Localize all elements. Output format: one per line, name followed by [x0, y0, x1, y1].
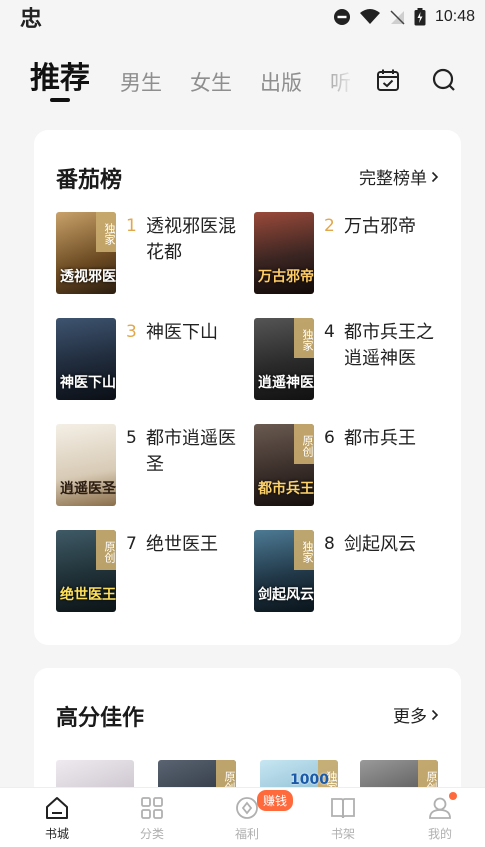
user-icon: [429, 797, 451, 819]
book-cover: 独家 剑起风云: [254, 530, 314, 612]
tab-publish[interactable]: 出版: [260, 56, 302, 110]
book-cover: 万古邪帝: [254, 212, 314, 294]
rank-number: 7: [126, 534, 137, 554]
book-cover: 逍遥医圣: [56, 424, 116, 506]
exclusive-tag: 独家: [294, 318, 314, 358]
cover-title: 神医下山: [60, 375, 116, 391]
earn-money-badge: 赚钱: [257, 790, 294, 811]
status-bar: 忠 10:48: [0, 0, 485, 34]
book-title: 万古邪帝: [344, 216, 416, 237]
nav-label: 书城: [44, 827, 69, 841]
cover-title: 逍遥医圣: [60, 481, 116, 497]
top-tab-bar: 推荐 男生 女生 出版 听: [0, 56, 485, 106]
rank-book-1[interactable]: 独家 透视邪医 1 透视邪医混花都: [56, 212, 246, 302]
book-title: 都市逍遥医圣: [146, 428, 236, 475]
ranking-card: 番茄榜 完整榜单 独家 透视邪医 1 透视邪医混花都 万古邪帝 2 万古邪帝 神…: [34, 130, 461, 645]
status-app-icon: 忠: [20, 7, 43, 32]
calendar-checkin-icon[interactable]: [372, 64, 404, 96]
cover-title: 都市兵王: [258, 481, 314, 497]
book-title: 绝世医王: [146, 534, 218, 555]
search-icon[interactable]: [428, 64, 460, 96]
rank-number: 1: [126, 216, 137, 236]
battery-icon: [414, 8, 426, 26]
rank-book-4[interactable]: 独家 逍遥神医 4 都市兵王之逍遥神医: [254, 318, 444, 408]
cover-title: 万古邪帝: [258, 269, 314, 285]
book-title: 透视邪医混花都: [146, 216, 236, 263]
nav-mine[interactable]: 我的: [410, 794, 470, 846]
more-link[interactable]: 更多: [393, 702, 439, 727]
rank-number: 3: [126, 322, 137, 342]
no-signal-icon: [390, 10, 405, 25]
dnd-icon: [333, 9, 350, 25]
book-cover: 原创 绝世医王: [56, 530, 116, 612]
tab-female[interactable]: 女生: [190, 56, 232, 110]
nav-label: 书架: [330, 827, 355, 841]
nav-label: 福利: [234, 827, 259, 841]
cover-title: 剑起风云: [258, 587, 314, 603]
exclusive-tag: 独家: [294, 530, 314, 570]
status-time: 10:48: [434, 8, 475, 25]
rank-book-5[interactable]: 逍遥医圣 5 都市逍遥医圣: [56, 424, 246, 514]
exclusive-tag: 独家: [96, 212, 116, 252]
cover-title: 1000: [290, 772, 329, 788]
rank-book-7[interactable]: 原创 绝世医王 7 绝世医王: [56, 530, 246, 620]
rank-book-6[interactable]: 原创 都市兵王 6 都市兵王: [254, 424, 444, 514]
nav-label: 我的: [427, 827, 452, 841]
rank-book-2[interactable]: 万古邪帝 2 万古邪帝: [254, 212, 444, 302]
book-cover: 神医下山: [56, 318, 116, 400]
cover-title: 逍遥神医: [258, 375, 314, 391]
book-title: 神医下山: [146, 322, 218, 343]
cover-title: 绝世医王: [60, 587, 116, 603]
chevron-right-icon: [431, 709, 439, 720]
wifi-icon: [359, 9, 380, 24]
book-cover: 独家 逍遥神医: [254, 318, 314, 400]
high-score-title: 高分佳作: [56, 706, 145, 731]
rank-number: 8: [324, 534, 335, 554]
bottom-nav: 书城 分类 福利 书架 我的: [0, 787, 485, 847]
chevron-right-icon: [431, 171, 439, 182]
rank-number: 6: [324, 428, 335, 448]
rank-book-8[interactable]: 独家 剑起风云 8 剑起风云: [254, 530, 444, 620]
full-ranking-link[interactable]: 完整榜单: [359, 164, 439, 189]
original-tag: 原创: [96, 530, 116, 570]
active-tab-indicator: [50, 98, 70, 102]
tab-male[interactable]: 男生: [120, 56, 162, 110]
rank-number: 2: [324, 216, 335, 236]
rank-number: 4: [324, 322, 335, 342]
book-cover: 原创 都市兵王: [254, 424, 314, 506]
bookstore-icon: [46, 797, 68, 819]
nav-bookstore[interactable]: 书城: [27, 794, 87, 846]
more-label: 更多: [393, 707, 427, 727]
cover-title: 透视邪医: [60, 269, 116, 285]
nav-label: 分类: [139, 827, 164, 841]
tab-fade: [320, 60, 360, 108]
ranking-title: 番茄榜: [56, 168, 123, 193]
nav-category[interactable]: 分类: [122, 794, 182, 846]
rank-book-3[interactable]: 神医下山 3 神医下山: [56, 318, 246, 408]
book-title: 剑起风云: [344, 534, 416, 555]
tab-recommend[interactable]: 推荐: [30, 56, 90, 102]
status-indicators: 10:48: [333, 8, 475, 26]
grid-icon: [141, 797, 163, 819]
rank-number: 5: [126, 428, 137, 448]
nav-bookshelf[interactable]: 书架: [313, 794, 373, 846]
bookshelf-icon: [331, 798, 355, 819]
book-title: 都市兵王: [344, 428, 416, 449]
book-title: 都市兵王之逍遥神医: [344, 322, 434, 369]
book-cover: 独家 透视邪医: [56, 212, 116, 294]
original-tag: 原创: [294, 424, 314, 464]
full-ranking-label: 完整榜单: [359, 169, 427, 189]
notification-dot: [449, 792, 457, 800]
